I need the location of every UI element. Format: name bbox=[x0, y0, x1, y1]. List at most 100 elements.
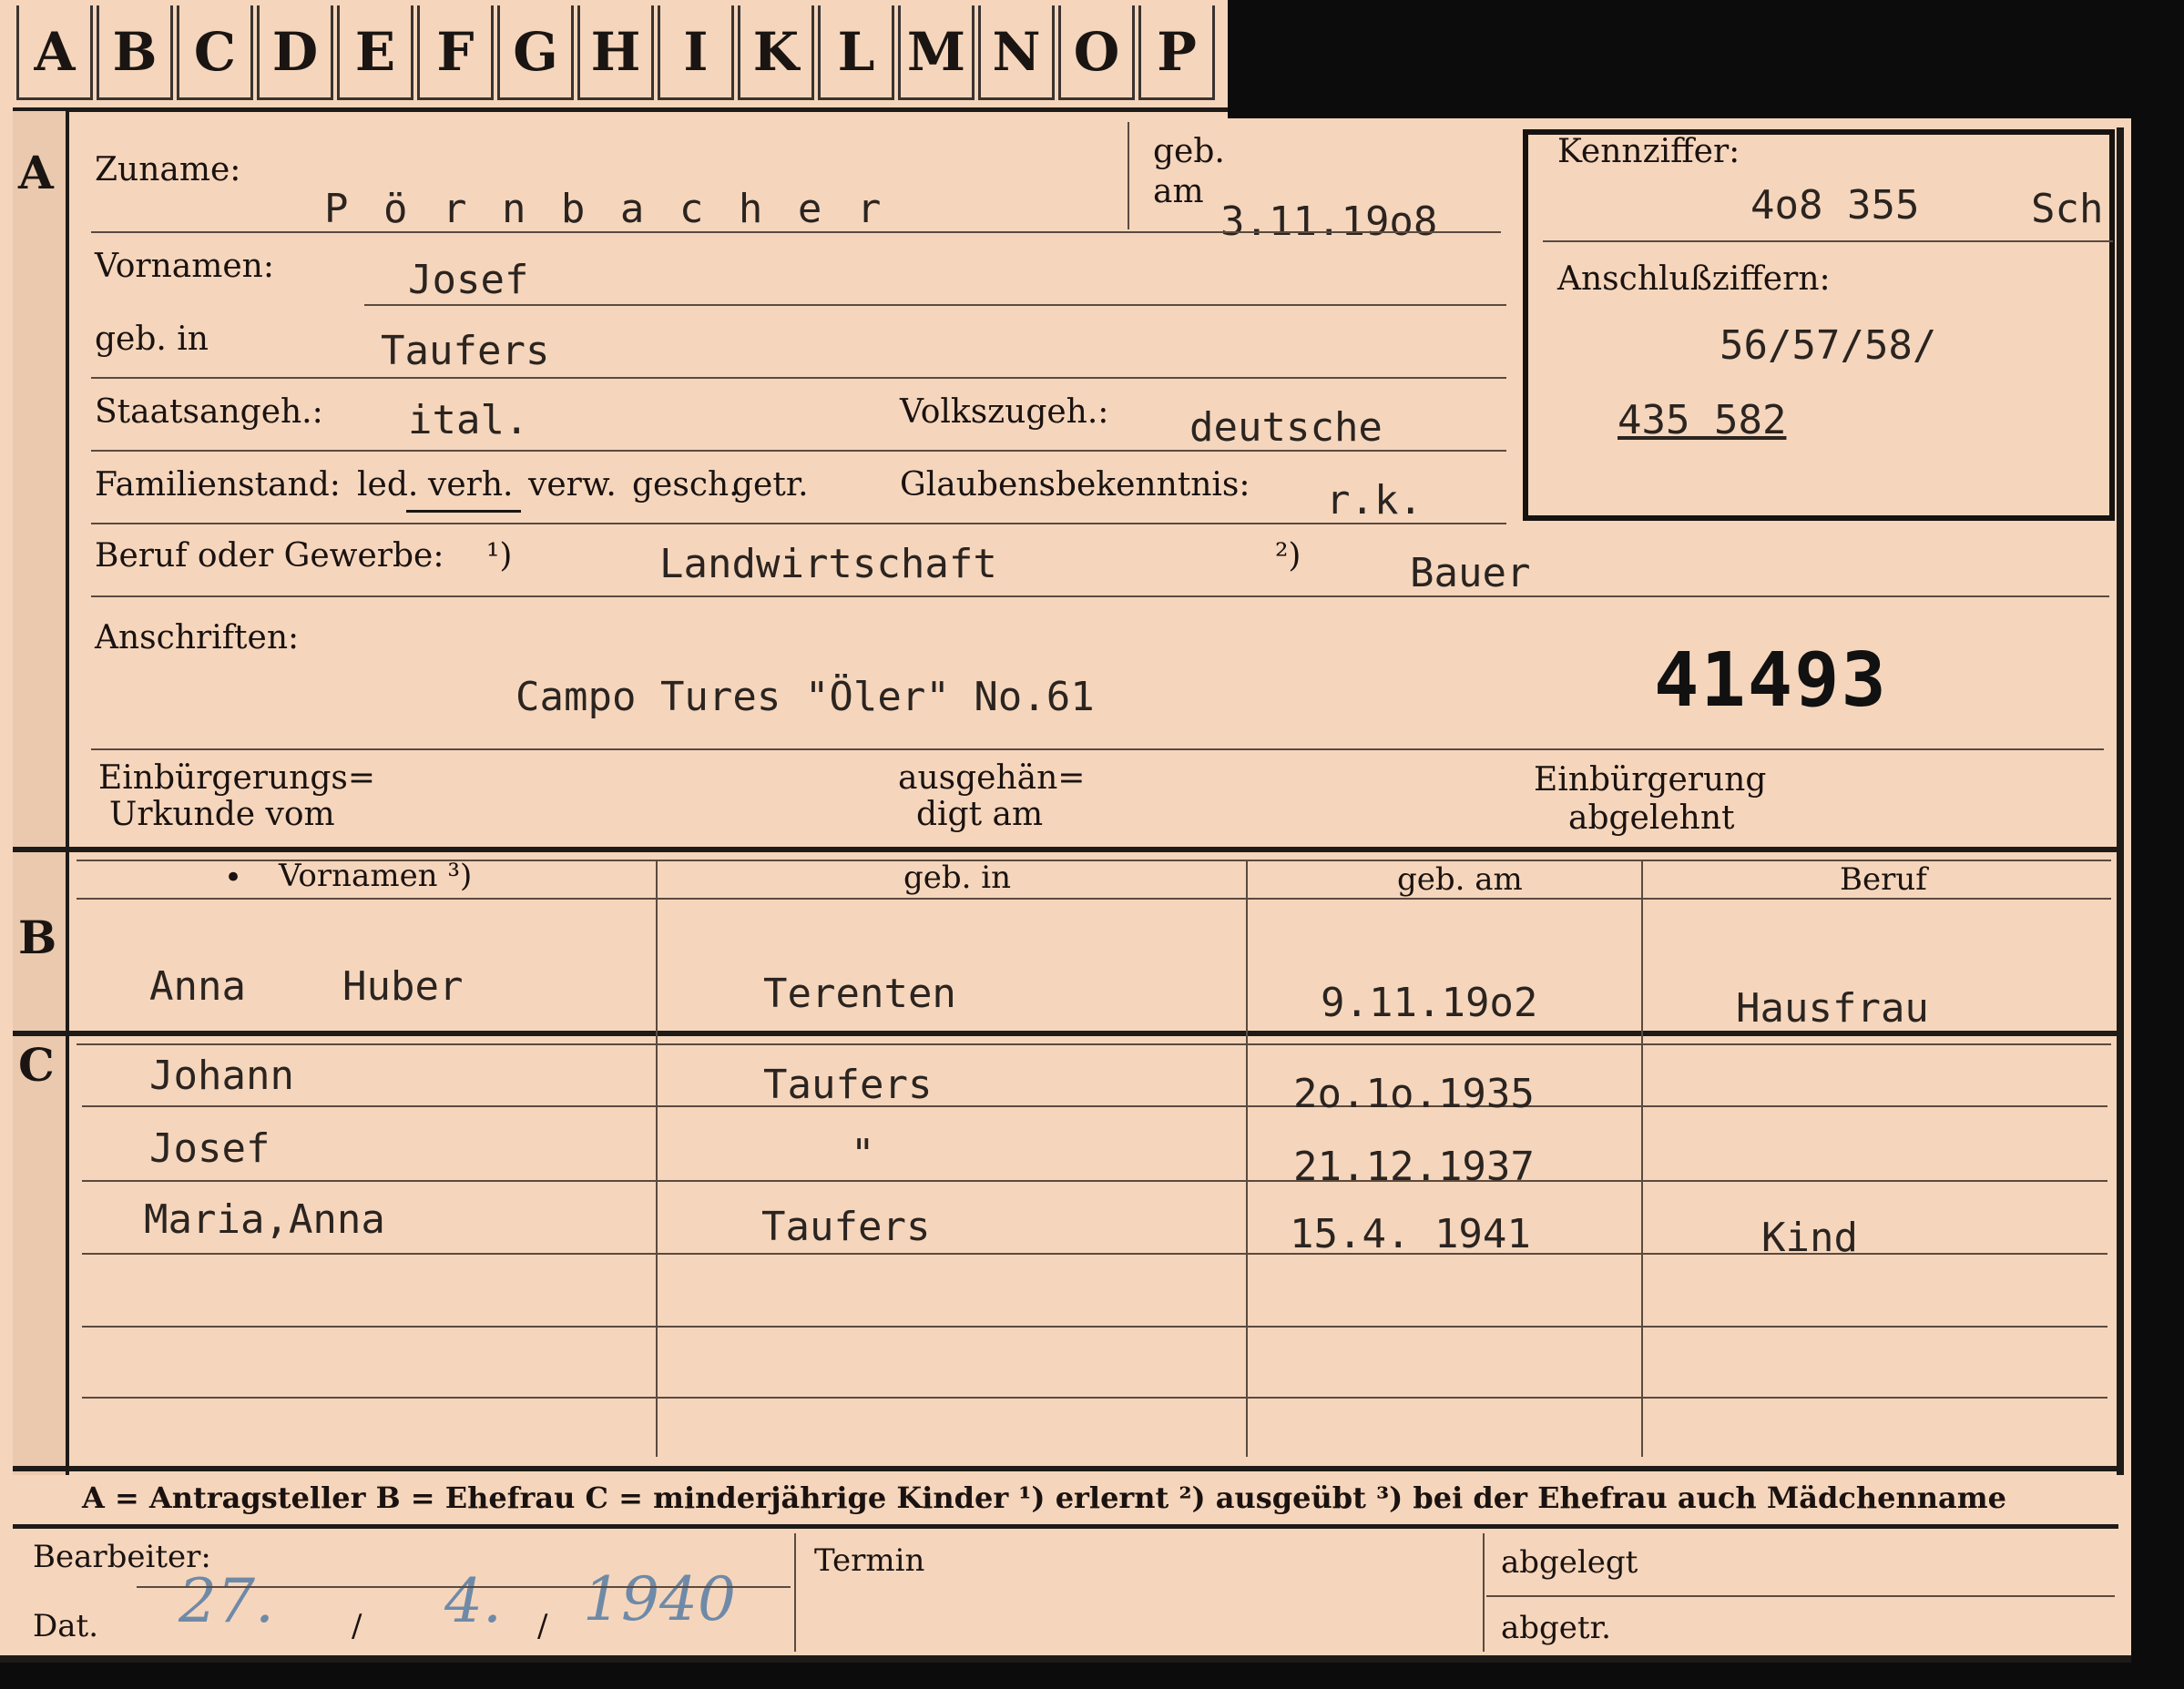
child-3-name: Maria,Anna bbox=[144, 1196, 385, 1243]
occupation-practiced: Bauer bbox=[1410, 550, 1531, 596]
date-label: Dat. bbox=[33, 1608, 99, 1644]
connection-label: Anschlußziffern: bbox=[1557, 260, 1831, 298]
occupation-note-1: ¹) bbox=[486, 537, 513, 575]
naturalization-status-1: Einbürgerung bbox=[1534, 761, 1767, 799]
legend-bottom bbox=[13, 1524, 2118, 1529]
naturalization-cert-label-2: Urkunde vom bbox=[109, 796, 335, 833]
tab-i[interactable]: I bbox=[658, 5, 734, 100]
frame-right bbox=[2117, 127, 2124, 1475]
tab-e[interactable]: E bbox=[337, 5, 413, 100]
child-3-occupation: Kind bbox=[1761, 1215, 1858, 1261]
tab-b[interactable]: B bbox=[97, 5, 173, 100]
first-names-value: Josef bbox=[408, 257, 529, 303]
children-line-5 bbox=[82, 1397, 2107, 1399]
footer-divider-2 bbox=[1483, 1533, 1485, 1652]
child-2-birth-date: 21.12.1937 bbox=[1293, 1144, 1535, 1190]
section-b-top bbox=[13, 847, 2118, 852]
naturalization-status-2: abgelehnt bbox=[1568, 799, 1735, 837]
ethnicity-value: deutsche bbox=[1189, 404, 1383, 451]
marital-selected-underline bbox=[406, 510, 521, 513]
birthplace-label: geb. in bbox=[95, 321, 209, 358]
marital-option-verheiratet: verh. bbox=[428, 466, 514, 504]
footer-divider-1 bbox=[794, 1533, 796, 1652]
born-label-1: geb. bbox=[1153, 133, 1225, 170]
tab-d[interactable]: D bbox=[257, 5, 333, 100]
kennziffer-divider bbox=[1543, 240, 2113, 242]
date-year-handwritten: 1940 bbox=[583, 1564, 736, 1634]
tab-p[interactable]: P bbox=[1138, 5, 1215, 100]
row-line-5 bbox=[91, 523, 1506, 524]
tab-o[interactable]: O bbox=[1058, 5, 1135, 100]
row-line-1 bbox=[91, 231, 1501, 233]
wife-header-bottom bbox=[77, 898, 2111, 900]
section-b-letter: B bbox=[18, 911, 57, 964]
date-slash-2: / bbox=[537, 1608, 548, 1644]
marital-option-ledig: led. bbox=[357, 466, 419, 504]
filed-line bbox=[1486, 1595, 2115, 1597]
occupation-note-2: ²) bbox=[1275, 537, 1301, 575]
surname-value: P ö r n b a c h e r bbox=[324, 186, 887, 232]
section-c-top bbox=[13, 1031, 2118, 1036]
handed-over-label-1: ausgehän= bbox=[898, 759, 1086, 797]
handed-over-label-2: digt am bbox=[916, 796, 1044, 833]
birth-date: 3.11.19o8 bbox=[1220, 198, 1438, 245]
connection-value-1: 56/57/58/ bbox=[1720, 322, 1937, 369]
tab-f[interactable]: F bbox=[417, 5, 494, 100]
tab-g[interactable]: G bbox=[497, 5, 574, 100]
marital-option-verwitwet: verw. bbox=[528, 466, 617, 504]
children-line-4 bbox=[82, 1326, 2107, 1328]
child-3-birth-date: 15.4. 1941 bbox=[1290, 1211, 1531, 1257]
children-top-line bbox=[77, 1043, 2111, 1045]
tab-h[interactable]: H bbox=[577, 5, 654, 100]
marital-option-getrennt: getr. bbox=[732, 466, 809, 504]
wife-occupation: Hausfrau bbox=[1736, 985, 1929, 1032]
row-line-6 bbox=[91, 595, 2109, 597]
wife-header-first-names: Vornamen ³) bbox=[279, 858, 473, 894]
row-line-2 bbox=[364, 304, 1506, 306]
tab-m[interactable]: M bbox=[898, 5, 975, 100]
background-gap bbox=[1228, 0, 2184, 118]
kennziffer-value: 4o8 355 bbox=[1750, 182, 1920, 229]
citizenship-label: Staatsangeh.: bbox=[95, 393, 323, 431]
wife-header-occupation: Beruf bbox=[1840, 861, 1927, 898]
occupation-label: Beruf oder Gewerbe: bbox=[95, 537, 444, 575]
row-line-3 bbox=[91, 377, 1506, 379]
alphabet-tabs: A B C D E F G H I K L M N O P bbox=[16, 5, 1219, 104]
tab-k[interactable]: K bbox=[738, 5, 814, 100]
children-line-2 bbox=[82, 1180, 2107, 1182]
legend-text: A = Antragsteller B = Ehefrau C = minder… bbox=[82, 1480, 2006, 1515]
wife-maiden-name: Huber bbox=[342, 963, 464, 1010]
termin-label: Termin bbox=[814, 1542, 925, 1579]
child-3-birthplace: Taufers bbox=[761, 1204, 931, 1250]
wife-header-birth-date: geb. am bbox=[1397, 861, 1523, 898]
surname-label: Zuname: bbox=[95, 151, 241, 188]
child-1-birthplace: Taufers bbox=[763, 1062, 933, 1108]
address-value: Campo Tures "Öler" No.61 bbox=[515, 674, 1095, 720]
address-label: Anschriften: bbox=[95, 619, 300, 656]
religion-value: r.k. bbox=[1326, 477, 1423, 524]
row-line-7 bbox=[91, 748, 2104, 750]
birthplace-value: Taufers bbox=[381, 328, 550, 374]
marital-option-geschieden: gesch. bbox=[632, 466, 740, 504]
section-sidebar bbox=[13, 111, 66, 1475]
ethnicity-label: Volkszugeh.: bbox=[900, 393, 1109, 431]
filed-label: abgelegt bbox=[1501, 1544, 1638, 1581]
processor-line bbox=[137, 1586, 791, 1588]
kennziffer-label: Kennziffer: bbox=[1557, 133, 1740, 170]
tab-l[interactable]: L bbox=[818, 5, 894, 100]
first-names-label: Vornamen: bbox=[95, 248, 274, 285]
date-month-handwritten: 4. bbox=[444, 1566, 502, 1636]
tab-c[interactable]: C bbox=[177, 5, 253, 100]
naturalization-cert-label-1: Einbürgerungs= bbox=[98, 759, 376, 797]
marital-label: Familienstand: bbox=[95, 466, 341, 504]
child-2-birthplace: " bbox=[851, 1131, 875, 1177]
legend-top bbox=[13, 1466, 2118, 1471]
date-day-handwritten: 27. bbox=[179, 1566, 274, 1636]
wife-birth-date: 9.11.19o2 bbox=[1321, 980, 1538, 1026]
column-divider-1 bbox=[656, 860, 658, 1457]
column-divider-3 bbox=[1641, 860, 1643, 1457]
tab-a[interactable]: A bbox=[16, 5, 93, 100]
connection-value-2: 435 582 bbox=[1618, 397, 1787, 443]
tab-n[interactable]: N bbox=[978, 5, 1055, 100]
wife-birthplace: Terenten bbox=[763, 971, 956, 1017]
